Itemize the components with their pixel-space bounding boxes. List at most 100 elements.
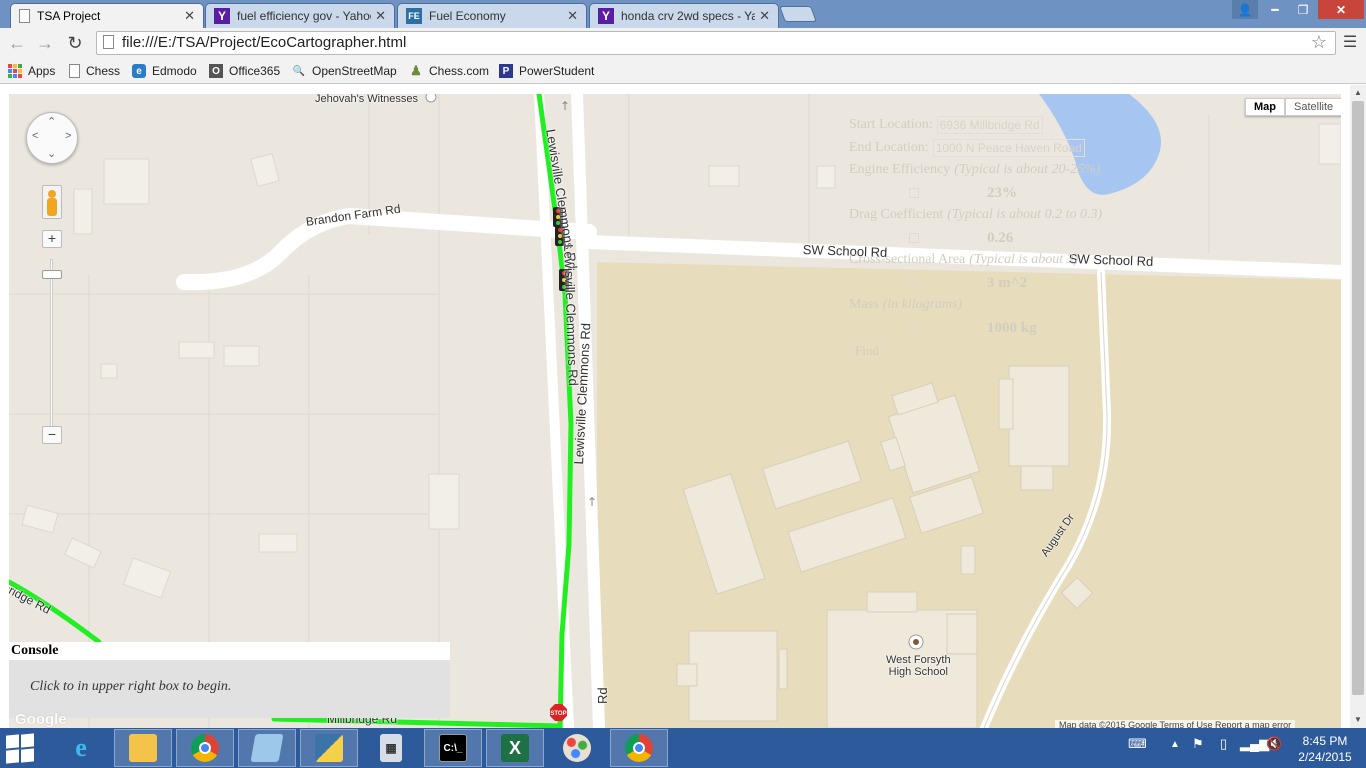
- start-location-label: Start Location:: [849, 117, 933, 132]
- back-arrow-icon[interactable]: ←: [6, 32, 28, 54]
- address-bar[interactable]: file:///E:/TSA/Project/EcoCartographer.h…: [96, 31, 1336, 55]
- close-icon[interactable]: ✕: [184, 8, 195, 24]
- bookmark-office365[interactable]: O Office365: [209, 62, 280, 80]
- tab-fuel-economy[interactable]: FE Fuel Economy ✕: [397, 3, 587, 28]
- bookmark-powerstudent[interactable]: P PowerStudent: [499, 62, 594, 80]
- bookmark-apps[interactable]: Apps: [8, 62, 55, 80]
- bookmark-edmodo[interactable]: e Edmodo: [132, 62, 197, 80]
- system-clock[interactable]: 8:45 PM 2/24/2015: [1290, 733, 1360, 765]
- end-location-input[interactable]: 1000 N Peace Haven Road: [932, 138, 1085, 157]
- zoom-slider-handle[interactable]: [42, 270, 62, 279]
- scrollbar-thumb[interactable]: [1352, 101, 1364, 695]
- drag-coefficient-slider[interactable]: [909, 232, 919, 243]
- map-type-satellite-button[interactable]: Satellite: [1285, 98, 1341, 116]
- page-viewport: STOP ↑ ↑ Jehovah's Witnesses Brandon Farm…: [0, 85, 1366, 728]
- taskbar-excel[interactable]: X: [486, 729, 544, 767]
- google-logo[interactable]: Google: [15, 711, 67, 728]
- keyboard-icon[interactable]: ⌨: [1128, 736, 1147, 752]
- maximize-button[interactable]: ❐: [1290, 0, 1316, 19]
- pan-right-icon[interactable]: >: [65, 130, 71, 142]
- taskbar-calculator[interactable]: ▦: [362, 729, 420, 767]
- tab-title: Fuel Economy: [429, 9, 506, 23]
- svg-text:↑: ↑: [587, 495, 597, 509]
- apps-icon: [8, 64, 22, 78]
- user-icon[interactable]: 👤: [1232, 0, 1258, 19]
- yahoo-icon: Y: [598, 8, 614, 24]
- taskbar-chrome[interactable]: [176, 729, 234, 767]
- bookmarks-bar: Apps Chess e Edmodo O Office365 🔍 OpenSt…: [0, 58, 1366, 84]
- map-type-control: Map Satellite: [1245, 98, 1341, 116]
- volume-muted-icon[interactable]: 🔇: [1266, 736, 1282, 752]
- poi-label-line: West Forsyth: [886, 654, 951, 666]
- tab-title: fuel efficiency gov - Yahoo: [237, 9, 372, 23]
- street-view-pegman-icon[interactable]: [42, 185, 62, 219]
- minimize-button[interactable]: ━: [1262, 0, 1288, 19]
- zoom-in-button[interactable]: +: [42, 230, 62, 248]
- pawn-icon: ♟: [410, 63, 422, 78]
- close-icon[interactable]: ✕: [759, 8, 770, 24]
- bookmark-chess[interactable]: Chess: [69, 62, 120, 80]
- tab-fuel-efficiency-search[interactable]: Y fuel efficiency gov - Yahoo ✕: [205, 3, 395, 28]
- mass-slider[interactable]: [909, 322, 919, 333]
- battery-icon[interactable]: ▯: [1220, 736, 1227, 752]
- forward-arrow-icon[interactable]: →: [34, 32, 56, 54]
- menu-icon[interactable]: ☰: [1340, 32, 1360, 52]
- command-prompt-icon: C:\_: [439, 734, 467, 762]
- taskbar-paint[interactable]: [548, 729, 606, 767]
- bookmark-label: Chess.com: [429, 64, 490, 78]
- map-copyright[interactable]: Map data ©2015 Google Terms of Use Repor…: [1055, 720, 1296, 728]
- map-type-map-button[interactable]: Map: [1245, 98, 1285, 116]
- url-text: file:///E:/TSA/Project/EcoCartographer.h…: [122, 34, 407, 51]
- map-canvas[interactable]: STOP ↑ ↑ Jehovah's Witnesses Brandon Farm…: [9, 94, 1341, 728]
- show-hidden-icons[interactable]: ▲: [1170, 739, 1180, 750]
- taskbar-python[interactable]: [300, 729, 358, 767]
- zoom-out-button[interactable]: −: [42, 426, 62, 444]
- taskbar: e ▦ C:\_ X ⌨ ▲ ⚑ ▯ ▂▄▆ 🔇 8:45 PM 2/24/20…: [0, 728, 1366, 768]
- cross-area-slider[interactable]: [909, 277, 919, 288]
- start-location-input[interactable]: 6936 Millbridge Rd: [936, 116, 1043, 135]
- engine-efficiency-value: 23%: [987, 184, 1017, 201]
- engine-efficiency-slider[interactable]: [909, 187, 919, 198]
- edmodo-icon: e: [132, 64, 146, 78]
- svg-text:↑: ↑: [560, 99, 570, 113]
- find-button[interactable]: Find: [849, 342, 885, 361]
- zoom-slider-track[interactable]: [50, 259, 53, 429]
- taskbar-file-explorer[interactable]: [114, 729, 172, 767]
- scroll-down-icon[interactable]: ▼: [1354, 715, 1362, 724]
- pan-left-icon[interactable]: <: [32, 130, 38, 142]
- pan-up-icon[interactable]: ⌃: [47, 115, 56, 128]
- bookmark-openstreetmap[interactable]: 🔍 OpenStreetMap: [292, 62, 397, 80]
- taskbar-internet-explorer[interactable]: e: [52, 729, 110, 767]
- pan-control[interactable]: ⌃ ⌄ < >: [26, 112, 78, 164]
- fuel-economy-icon: FE: [406, 8, 422, 24]
- reload-icon[interactable]: ↻: [64, 32, 86, 54]
- vertical-scrollbar[interactable]: ▲ ▼: [1350, 85, 1366, 728]
- taskbar-notepad[interactable]: [238, 729, 296, 767]
- tab-tsa-project[interactable]: TSA Project ✕: [10, 3, 204, 28]
- taskbar-chrome-2[interactable]: [610, 729, 668, 767]
- pan-down-icon[interactable]: ⌄: [47, 147, 56, 160]
- folder-icon: [129, 734, 157, 762]
- engine-efficiency-label: Engine Efficiency: [849, 162, 951, 177]
- star-icon[interactable]: ☆: [1311, 32, 1327, 53]
- windows-start-icon[interactable]: [6, 733, 36, 764]
- page-icon: [19, 9, 30, 23]
- console-panel: Console Click to in upper right box to b…: [9, 642, 450, 718]
- vehicle-parameters-form: Start Location: 6936 Millbridge Rd End Lo…: [849, 114, 1149, 362]
- taskbar-command-prompt[interactable]: C:\_: [424, 729, 482, 767]
- bookmark-chess-com[interactable]: ♟ Chess.com: [409, 62, 489, 80]
- new-tab-button[interactable]: [779, 6, 817, 22]
- tab-honda-crv-search[interactable]: Y honda crv 2wd specs - Yahoo ✕: [589, 3, 779, 28]
- openstreetmap-icon: 🔍: [292, 65, 306, 77]
- svg-text:STOP: STOP: [550, 711, 566, 717]
- scroll-up-icon[interactable]: ▲: [1354, 88, 1362, 97]
- close-icon[interactable]: ✕: [567, 8, 578, 24]
- drag-coefficient-label: Drag Coefficient: [849, 207, 944, 222]
- close-icon[interactable]: ✕: [375, 8, 386, 24]
- page-icon: [103, 35, 114, 49]
- network-signal-icon[interactable]: ▂▄▆: [1240, 736, 1269, 752]
- close-window-button[interactable]: ✕: [1318, 0, 1364, 19]
- action-center-flag-icon[interactable]: ⚑: [1192, 736, 1204, 752]
- console-title: Console: [9, 642, 450, 660]
- powerstudent-icon: P: [499, 64, 513, 78]
